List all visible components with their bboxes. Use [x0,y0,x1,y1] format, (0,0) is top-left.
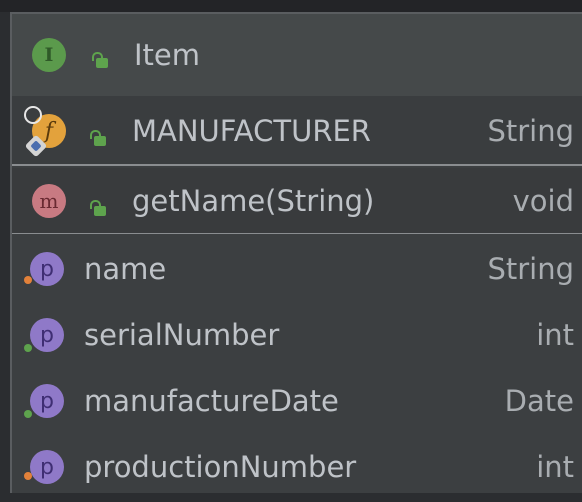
method-row-getname[interactable]: m getName(String) void [12,168,582,234]
property-icon: p [30,450,64,484]
property-badge-letter: p [40,388,54,414]
property-row[interactable]: p manufactureDate Date [12,370,582,436]
class-header[interactable]: I Item [12,14,582,97]
final-pin-icon [24,106,42,124]
window-top-strip [0,0,582,12]
property-type: int [536,450,574,484]
property-row[interactable]: p name String [12,238,582,304]
private-access-dot-icon [24,472,32,480]
property-name: productionNumber [84,450,357,484]
lock-icon [90,200,106,216]
method-type: void [512,184,574,218]
private-access-dot-icon [24,276,32,284]
property-icon: p [30,318,64,352]
class-name: Item [134,38,201,72]
property-type: int [536,318,574,352]
public-access-dot-icon [24,344,32,352]
property-icon: p [30,384,64,418]
property-badge-letter: p [40,454,54,480]
property-icon: p [30,252,64,286]
method-name: getName(String) [132,184,375,218]
public-access-dot-icon [24,410,32,418]
field-type: String [487,114,574,148]
field-badge-letter: f [44,118,54,144]
property-type: String [487,252,574,286]
interface-icon: I [32,38,66,72]
property-name: serialNumber [84,318,280,352]
property-name: name [84,252,167,286]
property-badge-letter: p [40,322,54,348]
interface-badge-letter: I [44,44,54,66]
property-name: manufactureDate [84,384,339,418]
property-type: Date [504,384,574,418]
method-icon: m [32,184,66,218]
field-name: MANUFACTURER [132,114,371,148]
lock-icon [90,130,106,146]
property-badge-letter: p [40,256,54,282]
method-badge-letter: m [39,189,59,213]
property-row[interactable]: p productionNumber int [12,436,582,502]
property-row[interactable]: p serialNumber int [12,304,582,370]
uml-class-box: I Item f MANUFACTURER String m getName(S… [10,12,582,493]
lock-icon [92,52,108,68]
field-row-manufacturer[interactable]: f MANUFACTURER String [12,96,582,166]
